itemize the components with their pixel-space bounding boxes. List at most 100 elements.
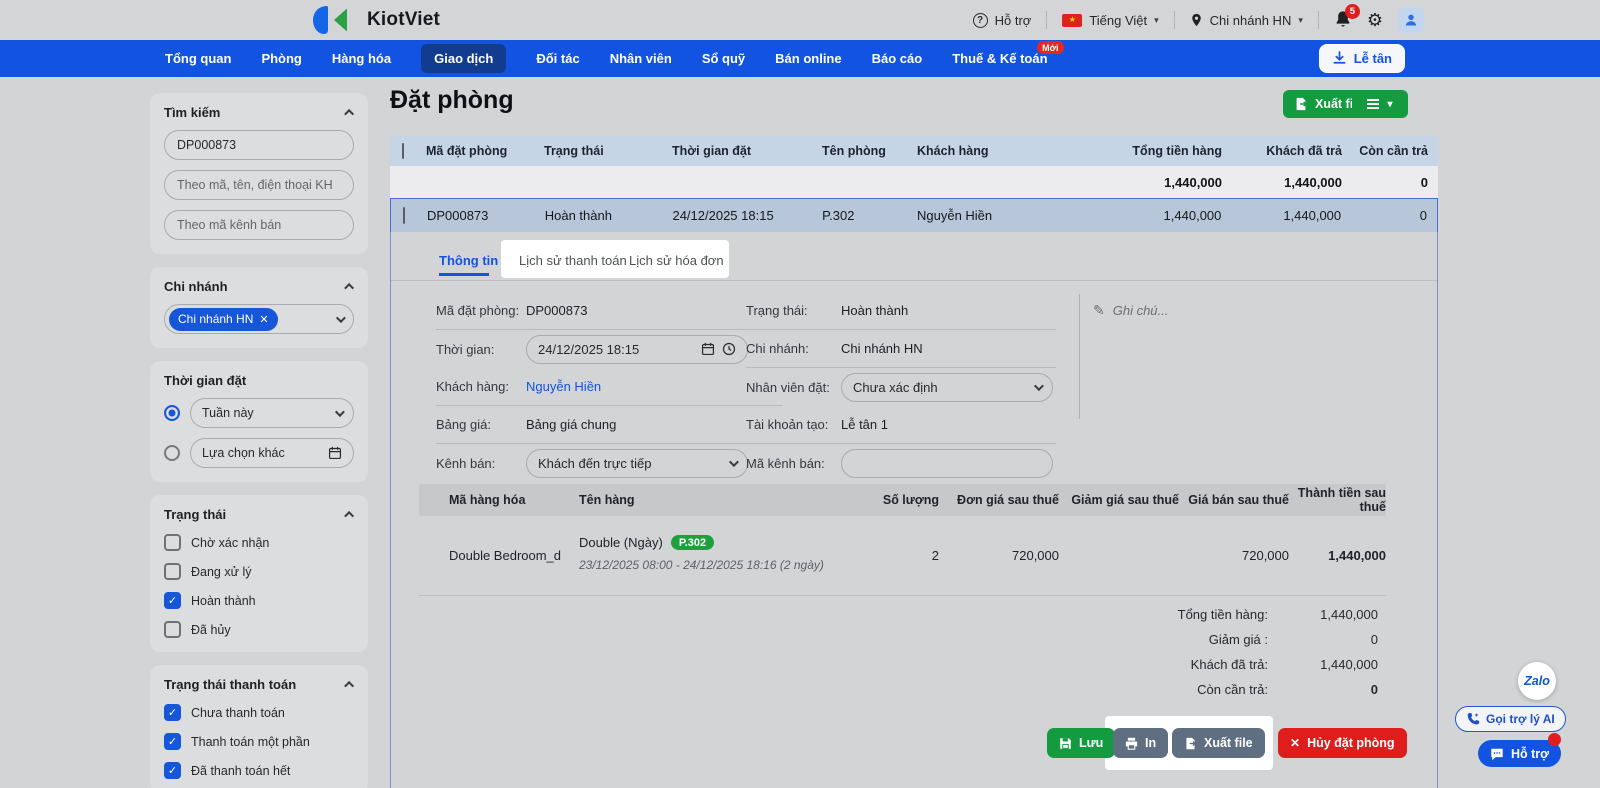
divider [1173,11,1175,29]
nav-tong-quan[interactable]: Tổng quan [165,51,231,66]
checkbox-dang-xu-ly[interactable]: Đang xử lý [164,563,354,580]
user-avatar[interactable] [1398,7,1424,33]
help-label: Hỗ trợ [994,12,1032,28]
note-input[interactable]: Ghi chú... [1093,302,1169,319]
checkbox-label: Hoàn thành [191,593,256,608]
tab-thong-tin[interactable]: Thông tin [439,253,498,268]
language-selector[interactable]: Tiếng Việt [1062,13,1158,28]
clock-icon[interactable] [722,342,736,356]
nav-bao-cao[interactable]: Báo cáo [872,51,923,66]
tab-lich-su-hoa-don[interactable]: Lịch sử hóa đơn [629,253,724,268]
channel-code-input[interactable] [841,448,1053,478]
branch-tag: Chi nhánh HN [169,307,278,331]
remove-tag-icon[interactable] [259,313,268,326]
column-settings-button[interactable] [1352,90,1408,118]
nav-giao-dich[interactable]: Giao dịch [421,44,507,73]
save-button[interactable]: Lưu [1047,728,1116,758]
preset-time-select[interactable]: Tuần này [190,398,354,428]
note-placeholder: Ghi chú... [1112,303,1169,318]
col-don-gia-sau-thue: Đơn giá sau thuế [957,493,1059,507]
search-card-title: Tìm kiếm [164,105,221,120]
label-branch: Chi nhánh: [746,341,809,356]
booking-time-input[interactable]: 24/12/2025 18:15 [526,334,748,364]
help-icon [972,12,988,28]
branch-selector[interactable]: Chi nhánh HN [1190,12,1303,28]
reception-icon [1333,51,1346,64]
chevron-down-icon [728,456,739,467]
booking-code-input[interactable]: DP000873 [164,130,354,160]
settings-gear-icon[interactable] [1367,10,1383,31]
nav-nhan-vien[interactable]: Nhân viên [610,51,672,66]
booking-staff-select[interactable]: Chưa xác định [841,372,1053,402]
nav-so-quy[interactable]: Sổ quỹ [702,51,745,66]
customer-link[interactable]: Nguyễn Hiền [526,379,601,394]
total-value: 1,440,000 [1320,607,1378,622]
nav-thue-ke-toan[interactable]: Thuế & Kế toán Mới [952,41,1064,66]
customer-search-input[interactable]: Theo mã, tên, điện thoại KH [164,170,354,200]
booking-row-dp000873[interactable]: DP000873 Hoàn thành 24/12/2025 18:15 P.3… [390,198,1438,232]
nav-phong[interactable]: Phòng [261,51,301,66]
support-chat-button[interactable]: Hỗ trợ [1478,740,1562,767]
nav-hang-hoa[interactable]: Hàng hóa [332,51,391,66]
collapse-chevron-icon[interactable] [344,282,355,293]
summary-due: 0 [1420,174,1428,190]
search-card: Tìm kiếm DP000873 Theo mã, tên, điện tho… [150,93,368,254]
checkbox-cho-xac-nhan[interactable]: Chờ xác nhận [164,534,354,551]
preset-time-radio[interactable] [164,405,180,421]
cell-booking-code: DP000873 [426,208,489,223]
collapse-chevron-icon[interactable] [344,108,355,119]
col-thanh-tien-sau-thue: Thành tiền sau thuế [1297,486,1386,514]
reception-button[interactable]: Lễ tân [1318,44,1405,73]
discount-label: Giảm giá : [1208,632,1268,647]
export-booking-button[interactable]: Xuất file [1172,728,1265,758]
pencil-icon [1093,302,1105,319]
booking-time-card: Thời gian đặt Tuần này Lựa chọn khác [150,361,368,482]
brand-name: KiotViet [367,9,441,30]
table-header-row: Mã đặt phòng Trạng thái Thời gian đặt Tê… [390,136,1438,166]
notifications-button[interactable]: 5 [1334,3,1360,31]
col-ma-hang-hoa: Mã hàng hóa [449,493,526,507]
col-con-can-tra: Còn cần trả [1359,144,1428,158]
ai-assistant-call-button[interactable]: Gọi trợ lý AI [1455,706,1566,732]
col-so-luong: Số lượng [882,493,939,507]
cancel-booking-button[interactable]: Hủy đặt phòng [1278,728,1407,758]
cell-booking-time: 24/12/2025 18:15 [672,208,774,223]
zalo-label: Zalo [1524,674,1550,688]
sales-channel-select[interactable]: Khách đến trực tiếp [526,448,748,478]
checkbox-chua-thanh-toan[interactable]: Chưa thanh toán [164,704,354,721]
booking-items-table: Mã hàng hóa Tên hàng Số lượng Đơn giá sa… [419,484,1386,596]
custom-time-radio[interactable] [164,445,180,461]
checkbox-thanh-toan-mot-phan[interactable]: Thanh toán một phần [164,733,354,750]
zalo-chat-button[interactable]: Zalo [1518,662,1556,700]
checkbox-da-thanh-toan-het[interactable]: Đã thanh toán hết [164,762,354,779]
print-button[interactable]: In [1113,728,1169,758]
phone-icon [1467,713,1480,725]
calendar-icon [328,446,342,460]
value-status: Hoàn thành [841,303,909,318]
chevron-down-icon [1387,99,1392,110]
calendar-icon[interactable] [701,342,715,356]
label-sales-channel: Kênh bán: [436,455,496,471]
select-all-checkbox[interactable] [402,143,404,159]
row-checkbox[interactable] [403,207,405,224]
divider [1079,294,1080,419]
help-menu[interactable]: Hỗ trợ [972,12,1032,28]
nav-doi-tac[interactable]: Đối tác [536,51,579,66]
collapse-chevron-icon[interactable] [344,680,355,691]
collapse-chevron-icon[interactable] [344,510,355,521]
nav-ban-online[interactable]: Bán online [775,51,841,66]
branch-select[interactable]: Chi nhánh HN [164,304,354,334]
chevron-down-icon [1033,380,1044,391]
checkbox-hoan-thanh[interactable]: Hoàn thành [164,592,354,609]
custom-time-input[interactable]: Lựa chọn khác [190,438,354,468]
ai-assistant-label: Gọi trợ lý AI [1486,712,1555,726]
channel-code-search-input[interactable]: Theo mã kênh bán [164,210,354,240]
checkbox-label: Chưa thanh toán [191,705,285,720]
x-icon [1290,736,1300,750]
branch-card: Chi nhánh Chi nhánh HN [150,267,368,348]
col-ten-phong: Tên phòng [822,144,886,158]
checkbox-da-huy[interactable]: Đã hủy [164,621,354,638]
tab-lich-su-thanh-toan[interactable]: Lịch sử thanh toán [519,253,627,268]
brand: KiotViet [310,5,440,35]
col-giam-gia-sau-thue: Giảm giá sau thuế [1071,493,1179,507]
